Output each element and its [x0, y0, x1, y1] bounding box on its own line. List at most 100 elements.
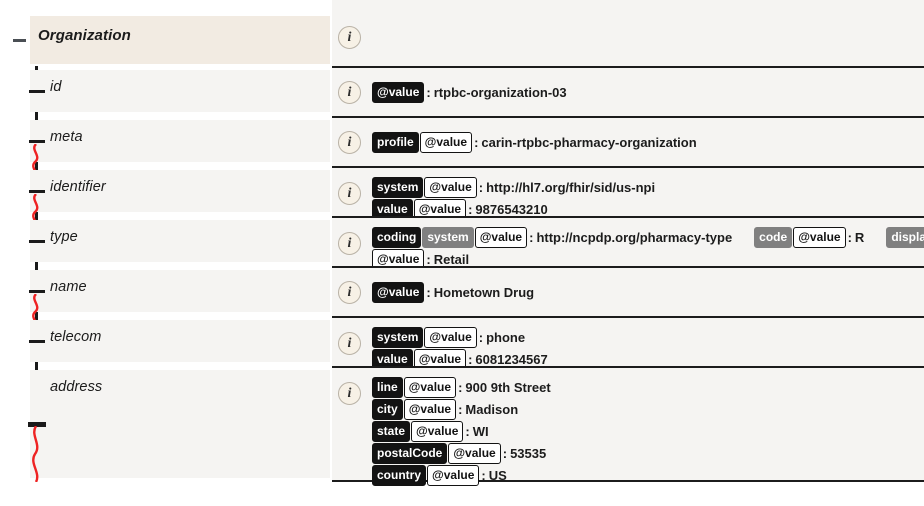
detail-row-identifier: i system @value: http://hl7.org/fhir/sid/us… — [332, 166, 924, 221]
tree-row-meta[interactable]: meta — [30, 120, 330, 162]
tree-row-label: identifier — [50, 179, 106, 195]
info-icon[interactable]: i — [338, 281, 361, 304]
value-text: Hometown Drug — [433, 284, 535, 300]
value-colon: : — [426, 284, 431, 300]
tree-row-name[interactable]: name — [30, 270, 330, 312]
tree-row-label: name — [50, 279, 87, 295]
tag-profile: profile — [372, 132, 419, 154]
info-icon[interactable]: i — [338, 131, 361, 154]
detail-line: state @value: WI — [372, 420, 920, 443]
tag-system: system — [372, 327, 424, 349]
detail-line: system @value: http://hl7.org/fhir/sid/us-… — [372, 176, 920, 199]
detail-lines: line @value:900 9th Street city @value: Madi… — [372, 368, 920, 487]
value-colon: : — [458, 379, 463, 395]
info-icon-glyph: i — [347, 236, 352, 251]
value-text: R — [854, 229, 865, 245]
tree-row-label: id — [50, 79, 62, 95]
detail-row-telecom: i system @value: phone value @value:608123456… — [332, 316, 924, 371]
value-colon: : — [481, 467, 486, 483]
tag-value: @value — [372, 82, 425, 104]
info-icon[interactable]: i — [338, 81, 361, 104]
value-text: http://hl7.org/fhir/sid/us-npi — [486, 179, 656, 195]
tag-display: display — [886, 227, 924, 249]
resource-name: Organization — [38, 27, 131, 44]
tag-code: code — [754, 227, 793, 249]
tree-row-telecom[interactable]: telecom — [30, 320, 330, 362]
detail-header-row: i — [332, 0, 924, 66]
fhir-resource-tree-viewer: Organization id meta identifier type name tele… — [0, 0, 924, 506]
value-colon: : — [426, 84, 431, 100]
detail-line: city @value: Madison — [372, 398, 920, 421]
value-text: 900 9th Street — [465, 379, 551, 395]
tree-row-label: type — [50, 229, 78, 245]
tag-country: country — [372, 465, 427, 487]
info-icon-glyph: i — [347, 285, 352, 300]
detail-row-address: i line @value:900 9th Street city @value: Mad… — [332, 366, 924, 487]
resource-header-row[interactable]: Organization — [30, 16, 330, 64]
tree-row-type[interactable]: type — [30, 220, 330, 262]
value-colon: : — [502, 445, 508, 461]
detail-column: i i @value: rtpbc-organization-03 i profile @v… — [332, 0, 924, 506]
repeating-marker-icon — [26, 426, 46, 482]
tag-coding: coding — [372, 227, 422, 249]
detail-row-meta: i profile @value: carin-rtpbc-pharmacy-orga… — [332, 116, 924, 166]
info-icon-glyph: i — [347, 30, 352, 45]
minus-bar — [13, 39, 26, 42]
tag-value: @value — [419, 132, 473, 154]
tree-row-address[interactable]: address — [30, 370, 330, 478]
detail-lines: @value: rtpbc-organization-03 — [372, 68, 920, 104]
detail-line: @value: Hometown Drug — [372, 281, 920, 304]
info-icon-glyph: i — [347, 386, 352, 401]
value-text: US — [488, 467, 507, 483]
detail-lines: profile @value: carin-rtpbc-pharmacy-organ… — [372, 118, 920, 154]
tag-value: @value — [424, 177, 477, 199]
detail-row-name: i @value: Hometown Drug — [332, 266, 924, 316]
minus-icon[interactable] — [13, 34, 26, 47]
value-text: rtpbc-organization-03 — [433, 84, 567, 100]
detail-lines: @value: Hometown Drug — [372, 268, 920, 304]
tag-value: @value — [372, 282, 425, 304]
tree-row-identifier[interactable]: identifier — [30, 170, 330, 212]
value-colon: : — [474, 134, 479, 150]
info-icon[interactable]: i — [338, 26, 361, 49]
info-icon[interactable]: i — [338, 332, 361, 355]
tag-value: @value — [403, 377, 457, 399]
detail-line: profile @value: carin-rtpbc-pharmacy-organ… — [372, 131, 920, 154]
tree-row-label: telecom — [50, 329, 102, 345]
detail-lines: system @value: phone value @value:6081234567 — [372, 318, 920, 371]
tag-value: @value — [403, 399, 457, 421]
tag-value: @value — [793, 227, 846, 249]
tag-value: @value — [411, 421, 464, 443]
tree-branch-tick — [29, 190, 45, 193]
tree-column: Organization id meta identifier type name tele… — [0, 0, 331, 506]
info-icon-glyph: i — [347, 135, 352, 150]
tag-line: line — [372, 377, 403, 399]
tag-value: @value — [474, 227, 528, 249]
info-icon-glyph: i — [347, 85, 352, 100]
info-icon-glyph: i — [347, 336, 352, 351]
tag-postalCode: postalCode — [372, 443, 448, 465]
detail-lines: coding system @value: http://ncpdp.org/phar… — [372, 218, 924, 271]
tag-value: @value — [424, 327, 477, 349]
tag-value: @value — [427, 465, 480, 487]
value-text: Madison — [465, 401, 519, 417]
tree-branch-tick — [29, 290, 45, 293]
detail-line: coding system @value: http://ncpdp.org/phar… — [372, 226, 924, 249]
info-icon[interactable]: i — [338, 182, 361, 205]
tag-system: system — [422, 227, 474, 249]
info-icon[interactable]: i — [338, 382, 361, 405]
value-colon: : — [529, 229, 534, 245]
detail-line: line @value:900 9th Street — [372, 376, 920, 399]
info-icon[interactable]: i — [338, 232, 361, 255]
tree-row-id[interactable]: id — [30, 70, 330, 112]
detail-line: postalCode @value:53535 — [372, 442, 920, 465]
detail-row-id: i @value: rtpbc-organization-03 — [332, 66, 924, 116]
tree-branch-tick — [29, 140, 45, 143]
tree-row-label: meta — [50, 129, 83, 145]
value-colon: : — [458, 401, 463, 417]
tree-branch-tick — [29, 90, 45, 93]
value-text: WI — [472, 423, 489, 439]
value-colon: : — [847, 229, 852, 245]
value-text: phone — [486, 329, 526, 345]
value-text: 53535 — [510, 445, 547, 461]
